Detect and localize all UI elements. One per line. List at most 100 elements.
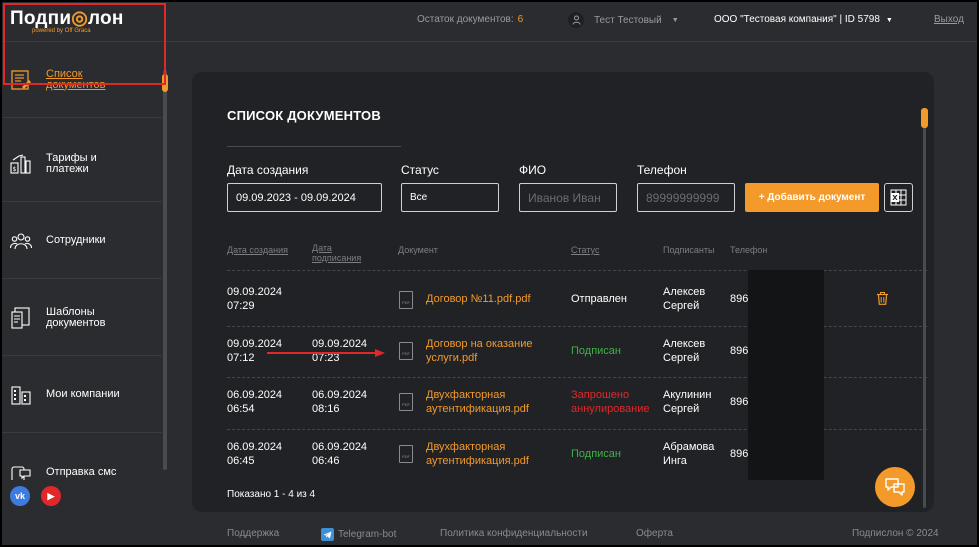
red-arrow-annotation: [267, 349, 385, 357]
document-link[interactable]: Договор №11.pdf.pdf: [426, 292, 531, 306]
sidebar-scrollbar-track[interactable]: [163, 70, 167, 470]
sidebar-item-label: Шаблоны документов: [46, 305, 106, 329]
signer-line1: Алексев: [663, 286, 706, 298]
support-link[interactable]: Поддержка: [227, 528, 279, 539]
signer-line2: Сергей: [663, 300, 700, 312]
date-filter-label: Дата создания: [227, 163, 309, 177]
document-link[interactable]: Договор на оказание услуги.pdf: [426, 337, 533, 365]
status-line1: Подписан: [571, 448, 621, 460]
copyright: Подпислон © 2024: [852, 528, 939, 539]
trash-icon[interactable]: [877, 292, 888, 310]
documents-panel: СПИСОК ДОКУМЕНТОВ Дата создания 09.09.20…: [192, 72, 934, 512]
sidebar-item-sms[interactable]: Отправка смс: [2, 434, 162, 480]
signer-line2: Сергей: [663, 352, 700, 364]
status-badge: Подписан: [571, 344, 621, 358]
phone-cell: 896: [730, 293, 749, 305]
col-status[interactable]: Статус: [571, 245, 599, 255]
sms-icon: [10, 464, 32, 480]
tariffs-icon: $: [10, 153, 32, 175]
signer-line2: Сергей: [663, 403, 700, 415]
col-signed[interactable]: Дата подписания: [312, 243, 361, 263]
signed-cell: 06.09.2024 06:46: [312, 440, 367, 468]
panel-scrollbar-thumb[interactable]: [921, 108, 928, 128]
app-frame: Подпи◎лон powered by Off Graca Остаток д…: [2, 2, 977, 545]
created-time: 06:54: [227, 403, 255, 415]
page-title: СПИСОК ДОКУМЕНТОВ: [227, 108, 381, 123]
signer-line1: Абрамова: [663, 441, 715, 453]
title-divider: [227, 146, 401, 147]
panel-scrollbar-track[interactable]: [923, 108, 926, 508]
documents-remaining-count: 6: [517, 14, 524, 25]
active-item-highlight: [3, 3, 166, 85]
pdf-file-icon: PDF: [399, 342, 413, 360]
employees-icon: [10, 230, 32, 252]
col-document: Документ: [398, 245, 438, 255]
chat-support-button[interactable]: [875, 467, 915, 507]
created-date: 09.09.2024: [227, 286, 283, 298]
add-document-button[interactable]: + Добавить документ: [745, 183, 879, 212]
signer-line1: Алексев: [663, 338, 706, 350]
pdf-file-icon: PDF: [399, 291, 413, 309]
created-time: 07:29: [227, 300, 255, 312]
col-signers: Подписанты: [663, 245, 715, 255]
sidebar-item-employees[interactable]: Сотрудники: [2, 203, 162, 279]
col-created[interactable]: Дата создания: [227, 245, 288, 255]
document-link[interactable]: Двухфакторная аутентификация.pdf: [426, 440, 529, 468]
pdf-file-icon: PDF: [399, 393, 413, 411]
created-cell: 09.09.2024 07:29: [227, 285, 282, 313]
created-date: 06.09.2024: [227, 441, 283, 453]
document-link[interactable]: Двухфакторная аутентификация.pdf: [426, 388, 529, 416]
excel-export-icon[interactable]: X: [884, 183, 913, 212]
svg-text:$: $: [13, 166, 17, 173]
pagination-summary: Показано 1 - 4 из 4: [227, 489, 316, 500]
signer-cell: Алексев Сергей: [663, 285, 705, 313]
footer: Поддержка Telegram-bot Политика конфиден…: [2, 522, 977, 545]
logout-link[interactable]: Выход: [934, 14, 964, 25]
youtube-icon[interactable]: ▶: [41, 486, 61, 506]
signer-line2: Инга: [663, 455, 687, 467]
user-avatar-icon: [568, 12, 584, 28]
templates-icon: [10, 306, 32, 329]
signed-date: 06.09.2024: [312, 389, 368, 401]
col-signed-line1: Дата: [312, 243, 332, 253]
date-range-input[interactable]: 09.09.2023 - 09.09.2024: [227, 183, 382, 212]
sidebar-item-label: Тарифы и платежи: [46, 151, 97, 175]
signer-line1: Акулинин: [663, 389, 712, 401]
phone-cell: 896: [730, 448, 749, 460]
documents-remaining: Остаток документов: 6: [417, 14, 523, 25]
document-name-line2: аутентификация.pdf: [426, 455, 529, 467]
sidebar-item-templates[interactable]: Шаблоны документов: [2, 280, 162, 356]
phone-filter-label: Телефон: [637, 163, 687, 177]
document-name-line2: услуги.pdf: [426, 352, 478, 364]
document-name-line1: Договор №11.pdf.pdf: [426, 293, 531, 305]
user-menu[interactable]: Тест Тестовый ▼: [568, 12, 679, 28]
signed-time: 08:16: [312, 403, 340, 415]
signer-cell: Абрамова Инга: [663, 440, 714, 468]
telegram-bot-label: Telegram-bot: [338, 529, 397, 540]
signed-cell: 06.09.2024 08:16: [312, 388, 367, 416]
chat-icon: [885, 478, 905, 496]
telegram-bot-link[interactable]: Telegram-bot: [321, 528, 396, 541]
status-line1: Подписан: [571, 345, 621, 357]
redaction-block: [748, 270, 824, 480]
offer-link[interactable]: Оферта: [636, 528, 673, 539]
status-badge: Запрошено аннулирование: [571, 388, 650, 416]
phone-cell: 896: [730, 345, 749, 357]
sidebar-item-label: Мои компании: [46, 388, 120, 400]
status-badge: Отправлен: [571, 292, 627, 306]
document-name-line1: Двухфакторная: [426, 389, 506, 401]
company-selector[interactable]: ООО "Тестовая компания" | ID 5798 ▼: [714, 14, 893, 25]
fio-input[interactable]: Иванов Иван: [519, 183, 617, 212]
social-links: vk ▶: [10, 486, 61, 506]
privacy-policy-link[interactable]: Политика конфиденциальности: [440, 528, 588, 539]
phone-input[interactable]: 89999999999: [637, 183, 735, 212]
sidebar-item-tariffs[interactable]: $ Тарифы и платежи: [2, 126, 162, 202]
status-select[interactable]: Все: [401, 183, 499, 212]
sidebar-item-companies[interactable]: Мои компании: [2, 357, 162, 433]
status-line1: Отправлен: [571, 293, 627, 305]
sidebar: Список документов $ Тарифы и платежи Сот…: [2, 42, 168, 545]
phone-cell: 896: [730, 396, 749, 408]
status-badge: Подписан: [571, 447, 621, 461]
signed-time: 06:46: [312, 455, 340, 467]
vk-icon[interactable]: vk: [10, 486, 30, 506]
